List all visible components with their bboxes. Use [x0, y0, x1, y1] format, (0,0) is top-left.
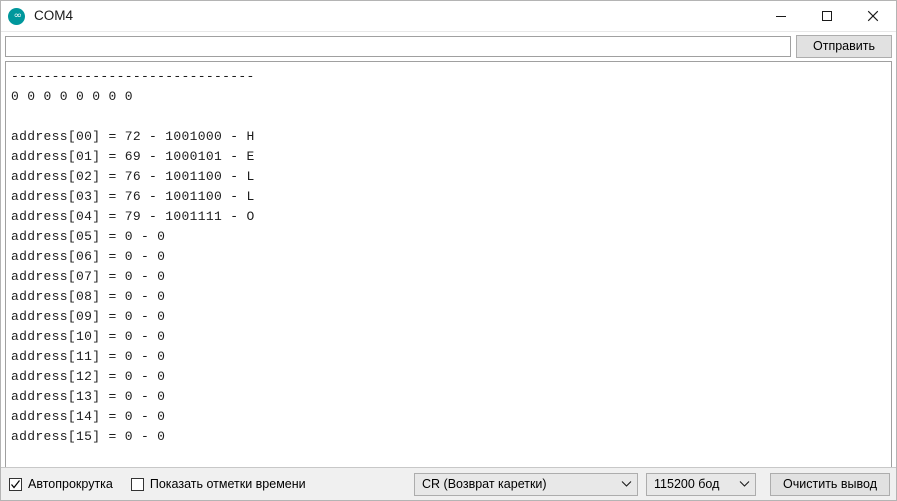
baud-rate-value: 115200 бод [654, 476, 720, 491]
show-timestamp-label: Показать отметки времени [149, 476, 306, 491]
console-line: address[08] = 0 - 0 [11, 289, 166, 304]
console-line: address[00] = 72 - 1001000 - H [11, 129, 255, 144]
bottom-toolbar: Автопрокрутка Показать отметки времени C… [1, 467, 896, 500]
console-line: address[15] = 0 - 0 [11, 429, 166, 444]
line-ending-select[interactable]: CR (Возврат каретки) [414, 472, 639, 496]
window-controls [758, 1, 896, 31]
line-ending-value: CR (Возврат каретки) [422, 476, 547, 491]
title-bar: ∞ COM4 [1, 1, 896, 32]
show-timestamp-checkbox[interactable]: Показать отметки времени [130, 476, 306, 491]
console-line: ------------------------------ [11, 69, 255, 84]
chevron-down-icon [621, 481, 632, 487]
console-line: address[05] = 0 - 0 [11, 229, 166, 244]
autoscroll-checkbox-box [9, 477, 22, 491]
autoscroll-label: Автопрокрутка [28, 476, 113, 491]
console-line: address[13] = 0 - 0 [11, 389, 166, 404]
console-line: address[01] = 69 - 1000101 - E [11, 149, 255, 164]
console-line: address[09] = 0 - 0 [11, 309, 166, 324]
console-line: address[11] = 0 - 0 [11, 349, 166, 364]
maximize-icon [822, 11, 832, 21]
minimize-icon [776, 16, 786, 17]
checkmark-icon [11, 479, 20, 488]
show-timestamp-checkbox-box [130, 477, 144, 491]
baud-rate-select[interactable]: 115200 бод [646, 472, 757, 496]
console-line: address[12] = 0 - 0 [11, 369, 166, 384]
console-line: address[04] = 79 - 1001111 - O [11, 209, 255, 224]
console-line: address[02] = 76 - 1001100 - L [11, 169, 255, 184]
close-icon [867, 10, 879, 22]
clear-output-button[interactable]: Очистить вывод [770, 472, 890, 496]
chevron-down-icon [739, 481, 750, 487]
console-line: address[07] = 0 - 0 [11, 269, 166, 284]
close-button[interactable] [850, 1, 896, 31]
console-line: address[03] = 76 - 1001100 - L [11, 189, 255, 204]
send-input[interactable] [5, 36, 791, 57]
send-row: Отправить [1, 32, 896, 61]
maximize-button[interactable] [804, 1, 850, 31]
serial-monitor-window: ∞ COM4 Отправить -----------------------… [0, 0, 897, 501]
title-bar-left: ∞ COM4 [1, 7, 74, 25]
minimize-button[interactable] [758, 1, 804, 31]
console-line: 0 0 0 0 0 0 0 0 [11, 89, 133, 104]
arduino-logo-icon: ∞ [8, 7, 25, 25]
autoscroll-checkbox[interactable]: Автопрокрутка [9, 476, 113, 491]
window-title: COM4 [34, 8, 74, 24]
send-button[interactable]: Отправить [796, 35, 892, 58]
console-line: address[10] = 0 - 0 [11, 329, 166, 344]
arduino-logo-glyph: ∞ [13, 10, 22, 21]
console-line: address[14] = 0 - 0 [11, 409, 166, 424]
console-output-panel[interactable]: ------------------------------ 0 0 0 0 0 … [5, 61, 892, 467]
console-line: address[06] = 0 - 0 [11, 249, 166, 264]
console-output-text: ------------------------------ 0 0 0 0 0 … [6, 62, 891, 447]
